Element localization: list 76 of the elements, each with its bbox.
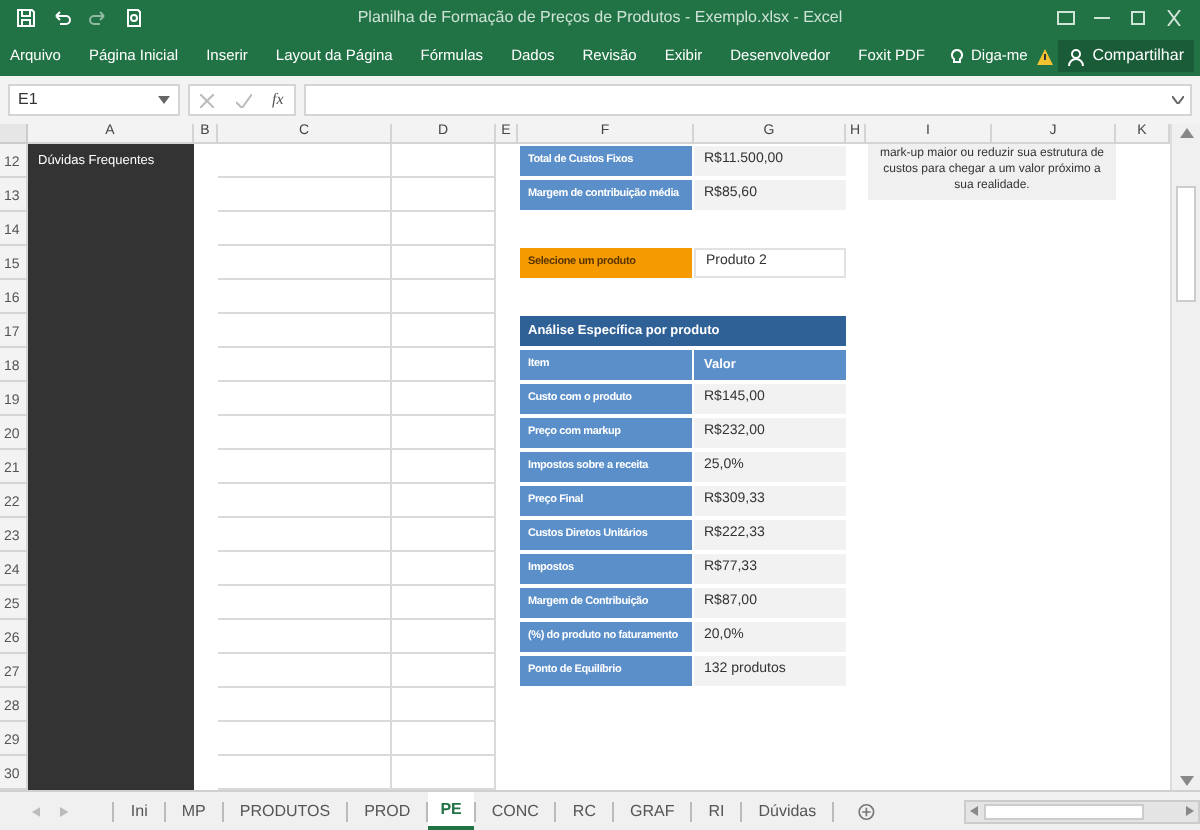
empty-cell[interactable] (392, 246, 496, 280)
empty-cell[interactable] (218, 246, 392, 280)
name-box[interactable]: E1 (8, 84, 180, 116)
empty-cell[interactable] (392, 722, 496, 756)
print-preview-icon[interactable] (124, 8, 144, 28)
expand-icon[interactable] (1172, 96, 1184, 104)
empty-cell[interactable] (392, 552, 496, 586)
share-button[interactable]: Compartilhar (1058, 40, 1194, 72)
sheet-tab[interactable]: Dúvidas (742, 792, 833, 830)
previous-sheet-icon[interactable] (32, 805, 41, 817)
empty-cell[interactable] (392, 586, 496, 620)
person-icon (1068, 47, 1085, 65)
window-title: Planilha de Formação de Preços de Produtos - Exemplo.xlsx - Excel (355, 6, 845, 30)
maximize-icon[interactable] (1128, 10, 1148, 26)
empty-cell[interactable] (218, 620, 392, 654)
empty-cell[interactable] (392, 212, 496, 246)
sheet-tab[interactable]: PRODUTOS (223, 792, 347, 830)
horizontal-scrollbar[interactable] (963, 799, 1200, 823)
empty-cell[interactable] (218, 382, 392, 416)
empty-cell[interactable] (392, 314, 496, 348)
empty-cell[interactable] (392, 382, 496, 416)
vertical-scrollbar[interactable] (1170, 124, 1200, 790)
empty-cell[interactable] (392, 484, 496, 518)
insert-function-button[interactable]: fx (272, 88, 284, 112)
scroll-left-icon[interactable] (969, 806, 978, 816)
empty-cell[interactable] (392, 416, 496, 450)
empty-cell[interactable] (218, 178, 392, 212)
empty-cell[interactable] (218, 654, 392, 688)
empty-cell[interactable] (218, 722, 392, 756)
dropdown-icon[interactable] (158, 96, 170, 104)
empty-cell[interactable] (392, 688, 496, 722)
next-sheet-icon[interactable] (60, 805, 69, 817)
empty-cell[interactable] (218, 586, 392, 620)
scrollbar-thumb[interactable] (1176, 186, 1196, 302)
empty-cell[interactable] (392, 348, 496, 382)
select-all-corner[interactable] (0, 124, 28, 144)
empty-cell[interactable] (218, 280, 392, 314)
empty-cell[interactable] (392, 518, 496, 552)
empty-cell[interactable] (218, 484, 392, 518)
lightbulb-icon (949, 47, 963, 65)
close-icon[interactable] (1164, 10, 1184, 26)
empty-cell[interactable] (218, 144, 392, 178)
empty-cell[interactable] (218, 314, 392, 348)
empty-cell[interactable] (392, 144, 496, 178)
sheet-tab[interactable]: RI (692, 792, 741, 830)
scroll-up-icon[interactable] (1179, 128, 1193, 138)
empty-cell[interactable] (392, 450, 496, 484)
empty-cell[interactable] (392, 620, 496, 654)
sheet-tab[interactable]: Ini (114, 792, 164, 830)
redo-icon[interactable] (88, 8, 108, 28)
sheet-tab[interactable]: MP (165, 792, 222, 830)
sheet-tab[interactable]: GRAF (613, 792, 691, 830)
scrollbar-thumb[interactable] (983, 803, 1144, 819)
sheet-tab[interactable]: PE (428, 792, 474, 830)
scroll-right-icon[interactable] (1186, 806, 1194, 816)
scroll-down-icon[interactable] (1179, 776, 1193, 786)
empty-cell[interactable] (218, 212, 392, 246)
empty-cell[interactable] (218, 518, 392, 552)
empty-cell[interactable] (218, 348, 392, 382)
empty-cell[interactable] (218, 450, 392, 484)
undo-icon[interactable] (52, 8, 72, 28)
warning-icon (1035, 47, 1054, 65)
save-icon[interactable] (16, 8, 36, 28)
empty-cell[interactable] (218, 552, 392, 586)
ribbon-display-icon[interactable] (1056, 10, 1076, 26)
empty-cell[interactable] (218, 416, 392, 450)
cancel-icon[interactable] (200, 93, 215, 107)
sheet-tab[interactable]: CONC (475, 792, 555, 830)
empty-cell[interactable] (392, 178, 496, 212)
empty-cell[interactable] (392, 280, 496, 314)
sheet-tab[interactable]: PROD (348, 792, 427, 830)
sheet-tab[interactable]: RC (556, 792, 612, 830)
empty-cell[interactable] (218, 688, 392, 722)
check-icon[interactable] (235, 93, 252, 107)
empty-cell[interactable] (392, 654, 496, 688)
add-sheet-icon[interactable] (858, 801, 876, 821)
